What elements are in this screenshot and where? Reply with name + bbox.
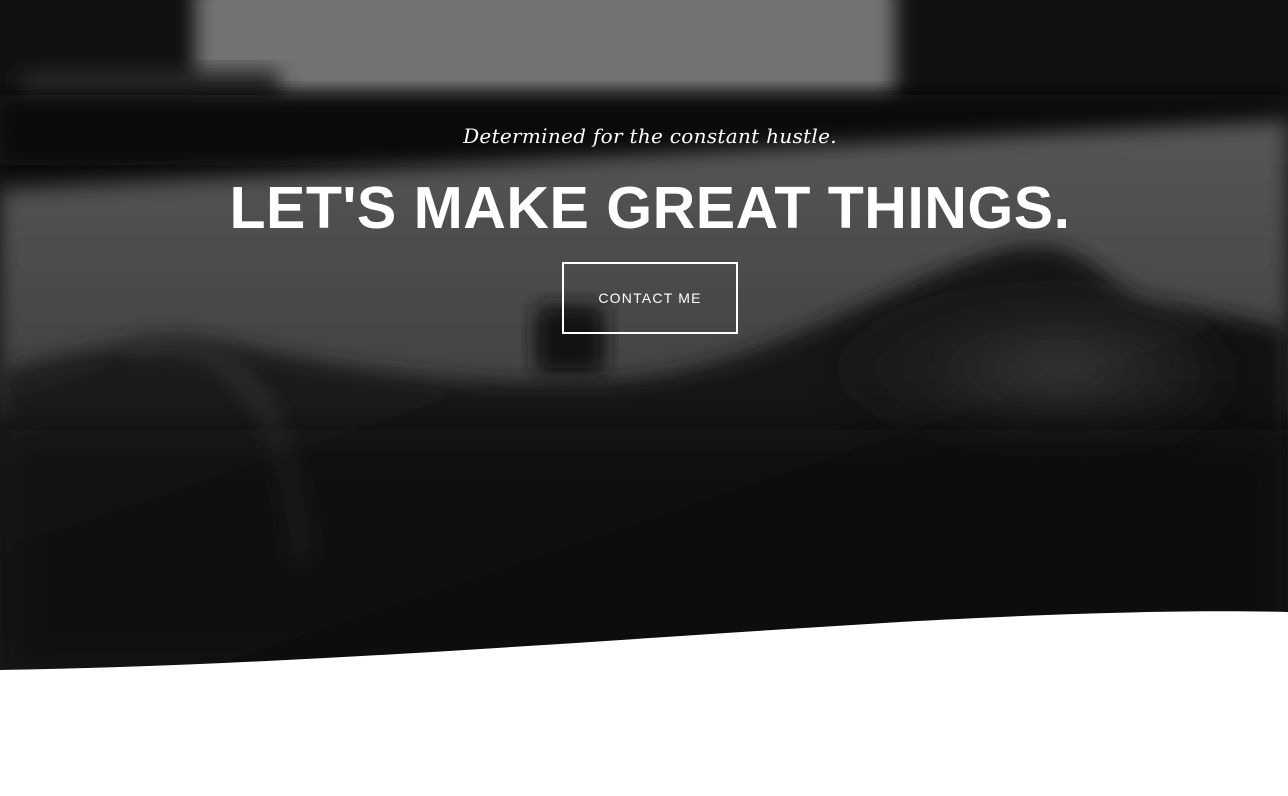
hero-content: Determined for the constant hustle. LET'… — [0, 0, 1288, 680]
wave-divider — [0, 611, 1288, 690]
hero-headline: LET'S MAKE GREAT THINGS. — [229, 175, 1071, 241]
hero-section: Determined for the constant hustle. LET'… — [0, 0, 1288, 680]
contact-me-button[interactable]: CONTACT ME — [562, 262, 738, 334]
page: Determined for the constant hustle. LET'… — [0, 0, 1288, 796]
hero-tagline: Determined for the constant hustle. — [463, 124, 837, 148]
